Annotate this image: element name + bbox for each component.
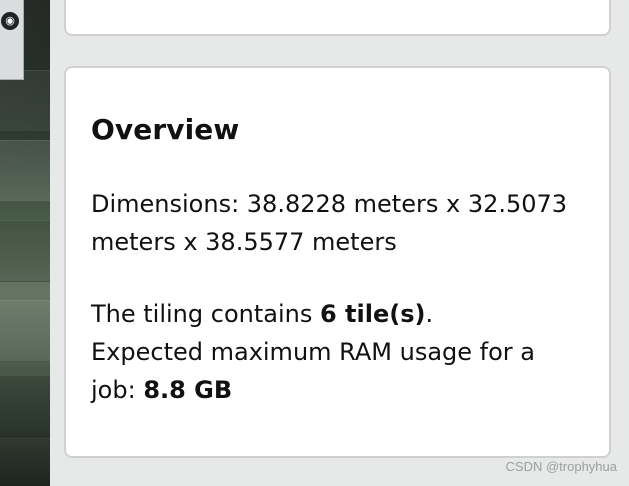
side-panel: Overview Dimensions: 38.8228 meters x 32… <box>50 0 629 486</box>
viewport-tile <box>0 375 50 437</box>
viewport-tile <box>0 220 50 282</box>
tiling-suffix: . <box>425 299 434 328</box>
overview-content: Overview Dimensions: 38.8228 meters x 32… <box>91 113 576 409</box>
viewport-tile <box>0 140 50 202</box>
viewport-tile <box>0 300 50 362</box>
viewport-control-button[interactable]: ◉ <box>0 0 24 80</box>
tiling-summary: The tiling contains 6 tile(s). <box>91 295 576 333</box>
compass-icon: ◉ <box>1 12 19 30</box>
overview-title: Overview <box>91 113 240 146</box>
tile-count-value: 6 tile(s) <box>319 299 426 328</box>
previous-card <box>64 0 611 36</box>
tiling-prefix: The tiling contains <box>91 299 320 328</box>
ram-summary: Expected maximum RAM usage for a job: 8.… <box>91 333 576 409</box>
ram-value: 8.8 GB <box>143 375 233 404</box>
overview-card: Overview Dimensions: 38.8228 meters x 32… <box>64 66 611 458</box>
watermark: CSDN @trophyhua <box>505 459 617 474</box>
dimensions-text: Dimensions: 38.8228 meters x 32.5073 met… <box>91 189 568 256</box>
